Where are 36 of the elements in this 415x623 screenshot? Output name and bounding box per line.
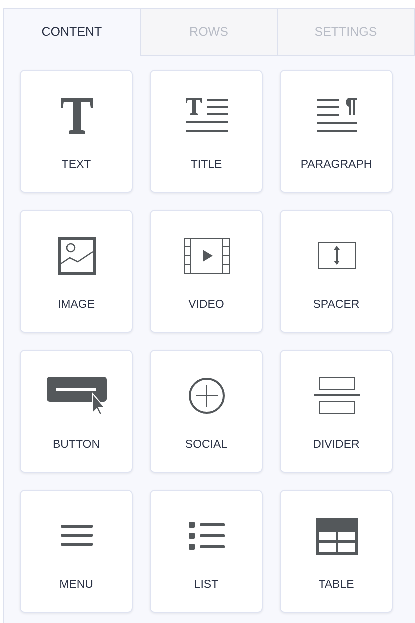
vertical-arrows-icon bbox=[318, 242, 356, 270]
content-block-card[interactable]: PARAGRAPH bbox=[280, 70, 393, 193]
button-cursor-icon bbox=[46, 376, 108, 416]
plus-circle-icon bbox=[188, 377, 226, 415]
paragraph-icon bbox=[316, 97, 358, 135]
content-block-card[interactable]: LIST bbox=[150, 490, 263, 613]
table-icon bbox=[316, 518, 358, 554]
content-block-card[interactable]: TABLE bbox=[280, 490, 393, 613]
divider-icon bbox=[312, 377, 360, 415]
block-label: LIST bbox=[194, 578, 219, 593]
title-heading-icon bbox=[184, 97, 228, 135]
block-label: TITLE bbox=[190, 158, 222, 173]
content-block-card[interactable]: TITLE bbox=[150, 70, 263, 193]
text-icon bbox=[60, 97, 94, 135]
image-icon bbox=[58, 237, 96, 275]
content-block-card[interactable]: SPACER bbox=[280, 210, 393, 333]
block-label: BUTTON bbox=[52, 438, 100, 453]
block-label: TABLE bbox=[318, 578, 354, 593]
film-play-icon bbox=[184, 238, 230, 274]
content-block-card[interactable]: MENU bbox=[20, 490, 133, 613]
block-label: SPACER bbox=[313, 298, 360, 313]
block-label: TEXT bbox=[62, 158, 92, 173]
block-label: IMAGE bbox=[58, 298, 96, 313]
content-block-card[interactable]: BUTTON bbox=[20, 350, 133, 473]
block-label: VIDEO bbox=[188, 298, 224, 313]
block-label: SOCIAL bbox=[185, 438, 228, 453]
content-block-card[interactable]: TEXT bbox=[20, 70, 133, 193]
content-block-card[interactable]: VIDEO bbox=[150, 210, 263, 333]
bulleted-list-icon bbox=[188, 521, 226, 551]
block-label: PARAGRAPH bbox=[300, 158, 372, 173]
block-label: DIVIDER bbox=[313, 438, 360, 453]
menu-icon bbox=[60, 524, 94, 548]
content-block-card[interactable]: DIVIDER bbox=[280, 350, 393, 473]
content-block-card[interactable]: SOCIAL bbox=[150, 350, 263, 473]
content-block-card[interactable]: IMAGE bbox=[20, 210, 133, 333]
block-label: MENU bbox=[60, 578, 94, 593]
